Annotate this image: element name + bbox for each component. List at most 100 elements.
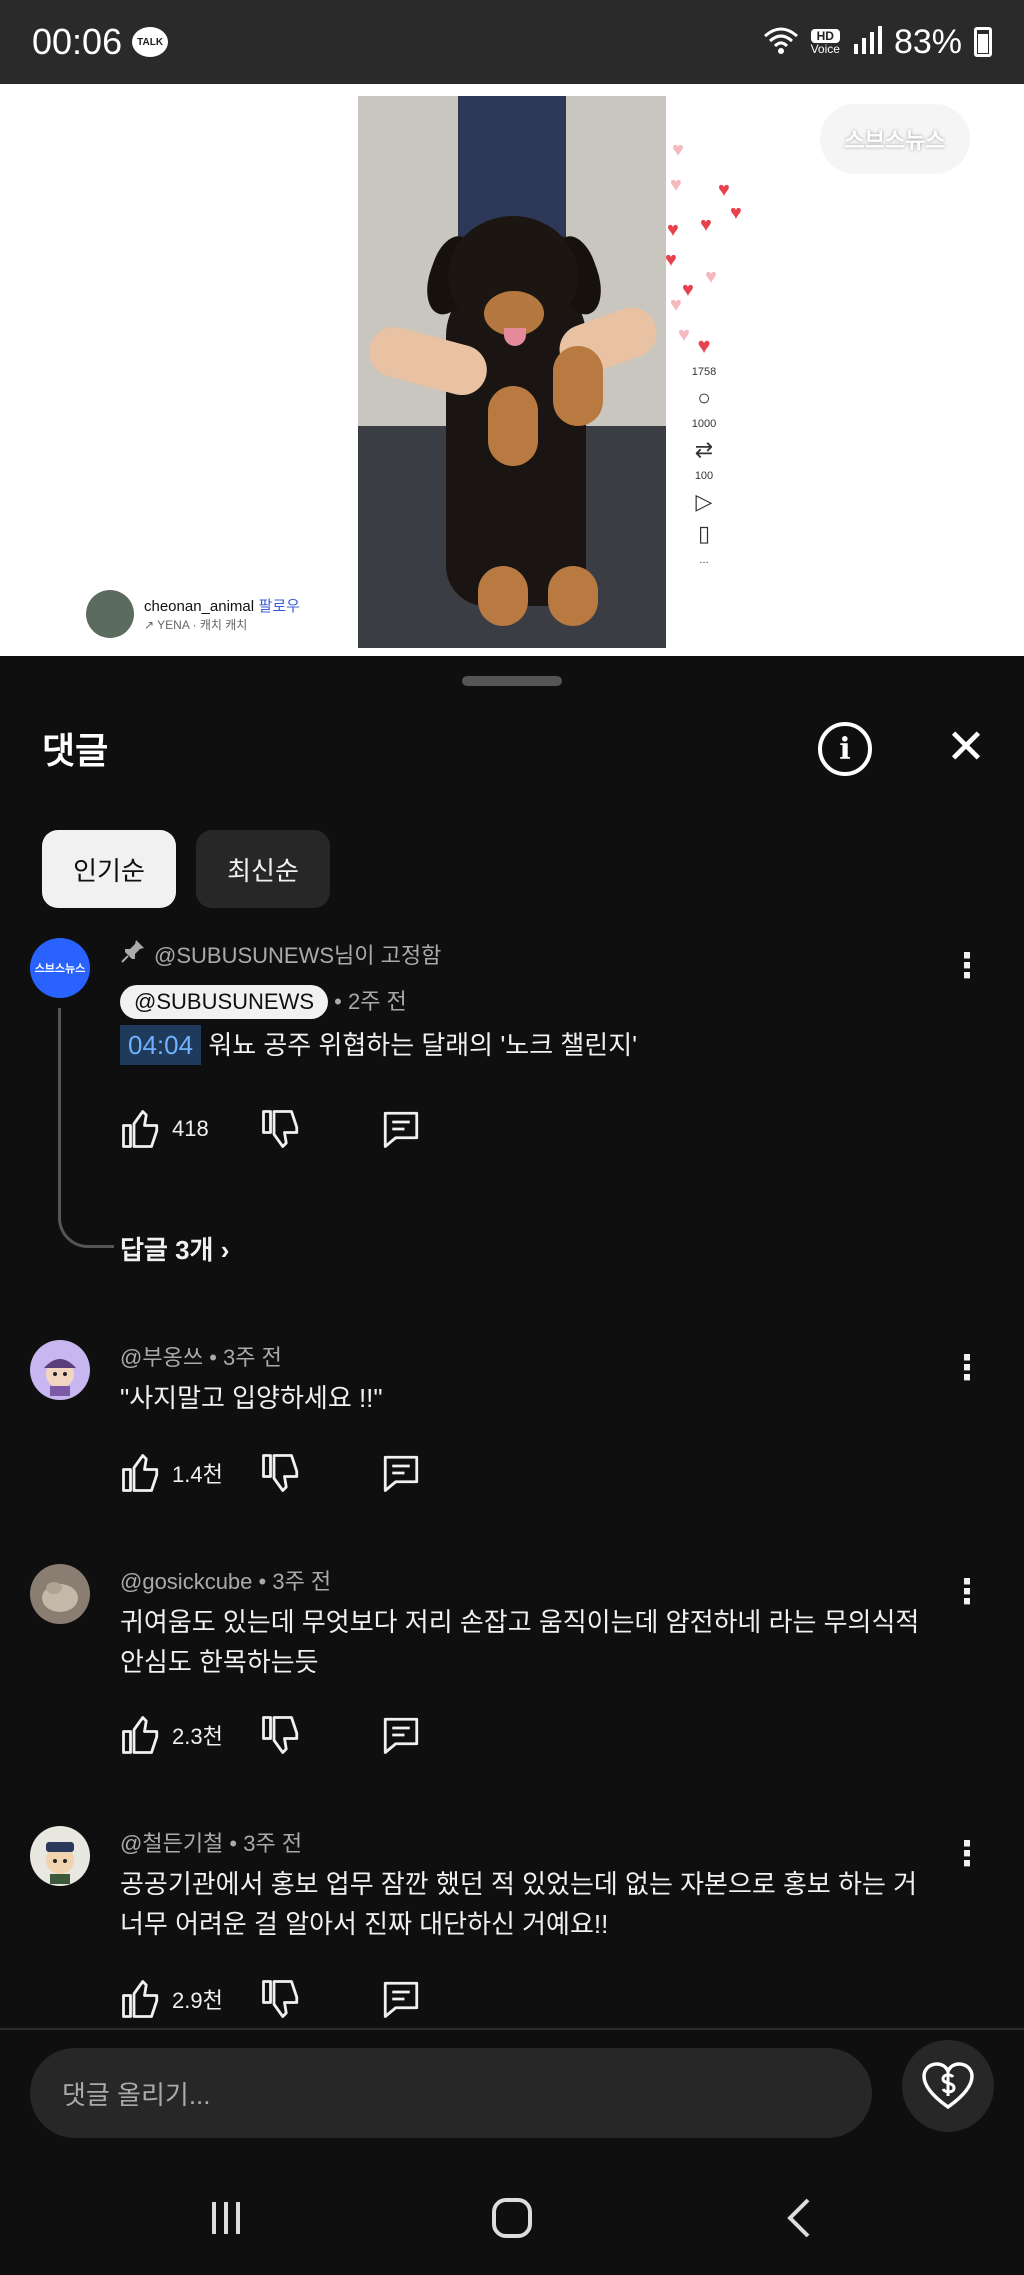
back-icon <box>787 2198 810 2238</box>
like-count: 2.9천 <box>172 1988 223 2013</box>
puppy-paw-right <box>553 346 603 426</box>
thumb-down-icon <box>262 1454 299 1492</box>
comment-input[interactable]: 댓글 올리기... <box>30 2048 872 2138</box>
video-channel-row[interactable]: cheonan_animal 팔로우 ↗ YENA · 캐치 캐치 <box>86 590 300 638</box>
pin-icon <box>120 938 146 970</box>
comment-actions: 418 <box>120 1108 422 1150</box>
video-side-actions: ♥ 1758 ○ 1000 ⇄ 100 ▷ ▯ ... <box>682 334 726 574</box>
timestamp-link[interactable]: 04:04 <box>120 1025 202 1065</box>
comment-author[interactable]: @gosickcube <box>120 1569 252 1594</box>
avatar[interactable] <box>30 1564 90 1624</box>
like-button[interactable]: 2.3천 <box>120 1714 252 1756</box>
repost-icon: ⇄ <box>694 437 714 462</box>
more-options-button[interactable]: ⋮ <box>950 1572 984 1612</box>
avatar[interactable] <box>30 1826 90 1886</box>
heart-icon: ♥ <box>672 139 684 161</box>
comment-icon: ○ <box>697 385 711 410</box>
heart-icon: ♥ <box>718 179 730 201</box>
comment-text: "사지말고 입양하세요 !!" <box>120 1383 383 1413</box>
dislike-button[interactable] <box>260 1714 302 1756</box>
thread-line <box>58 1008 114 1248</box>
comment-author[interactable]: @부옹쓰 <box>120 1345 203 1370</box>
system-nav-bar <box>0 2160 1024 2275</box>
reply-button[interactable] <box>380 1978 422 2020</box>
close-icon: ✕ <box>945 721 987 774</box>
close-button[interactable]: ✕ <box>942 724 990 772</box>
reply-button[interactable] <box>380 1452 422 1494</box>
dislike-button[interactable] <box>260 1452 302 1494</box>
puppy-hind-paw-right <box>548 566 598 626</box>
drag-handle[interactable] <box>462 676 562 686</box>
more-options-button[interactable]: ⋮ <box>950 1348 984 1388</box>
heart-icon: ♥ <box>667 219 679 241</box>
watermark-logo: 스브스뉴스 <box>820 104 970 174</box>
status-indicators: HD Voice 83% <box>763 23 992 62</box>
more-options-button[interactable]: ⋮ <box>950 946 984 986</box>
comment-body: @SUBUSUNEWS님이 고정함 @SUBUSUNEWS • 2주 전 04:… <box>120 938 934 1065</box>
back-button[interactable] <box>770 2190 830 2246</box>
video-bookmark-action[interactable]: ▯ <box>682 522 726 546</box>
video-send-action[interactable]: ▷ <box>682 490 726 514</box>
reply-button[interactable] <box>380 1108 422 1150</box>
like-button[interactable]: 1.4천 <box>120 1452 252 1494</box>
video-comment-action[interactable]: ○ 1000 <box>682 385 726 431</box>
like-button[interactable]: 2.9천 <box>120 1978 252 2020</box>
hd-voice-icon: HD Voice <box>810 29 840 56</box>
avatar[interactable] <box>30 1340 90 1400</box>
recent-apps-icon <box>212 2202 240 2234</box>
author-chip[interactable]: @SUBUSUNEWS <box>120 985 329 1019</box>
thumb-down-icon <box>262 1980 299 2018</box>
heart-icon: ♥ <box>670 294 682 316</box>
super-thanks-button[interactable] <box>902 2040 994 2132</box>
thumb-down-icon <box>262 1110 299 1148</box>
thumb-up-icon <box>122 1980 159 2018</box>
comment-meta: @부옹쓰 • 3주 전 <box>120 1340 934 1372</box>
info-icon: i <box>839 731 851 767</box>
video-like-action[interactable]: ♥ 1758 <box>682 333 726 379</box>
comment-time: • 3주 전 <box>229 1831 303 1856</box>
like-count: 418 <box>172 1116 209 1141</box>
comment-time: • 3주 전 <box>209 1345 282 1370</box>
reply-icon <box>383 1111 419 1148</box>
video-repost-action[interactable]: ⇄ 100 <box>682 437 726 483</box>
channel-name[interactable]: cheonan_animal <box>144 598 254 615</box>
heart-icon: ♥ <box>670 174 682 196</box>
reply-icon <box>383 1455 419 1492</box>
more-vert-icon: ⋮ <box>950 1835 984 1873</box>
status-bar: 00:06 TALK HD Voice 83% <box>0 0 1024 84</box>
heart-dollar-icon <box>922 2062 974 2110</box>
comment-actions: 2.9천 <box>120 1978 422 2020</box>
comment-author[interactable]: @철든기철 <box>120 1831 223 1856</box>
battery-icon <box>974 27 992 57</box>
sort-chip-newest[interactable]: 최신순 <box>196 830 330 908</box>
video-player[interactable]: ♥ ♥ ♥ ♥ ♥ ♥ ♥ ♥ ♥ ♥ ♥ ♥ 1758 ○ 1000 ⇄ 100 ▷… <box>0 84 1024 656</box>
status-time: 00:06 <box>32 21 123 62</box>
video-frame[interactable] <box>358 96 666 648</box>
dislike-button[interactable] <box>260 1108 302 1150</box>
video-more-action[interactable]: ... <box>682 554 726 566</box>
home-button[interactable] <box>482 2190 542 2246</box>
more-vert-icon: ⋮ <box>950 1573 984 1611</box>
comment-meta: @SUBUSUNEWS • 2주 전 <box>120 984 934 1019</box>
recent-apps-button[interactable] <box>196 2190 256 2246</box>
more-options-button[interactable]: ⋮ <box>950 1834 984 1874</box>
battery-level: 83% <box>893 22 962 61</box>
audio-label[interactable]: ↗ YENA · 캐치 캐치 <box>144 616 300 633</box>
info-button[interactable]: i <box>818 722 872 776</box>
heart-icon: ♥ <box>697 333 711 358</box>
avatar[interactable]: 스브스뉴스 <box>30 938 90 998</box>
follow-link[interactable]: 팔로우 <box>259 598 300 615</box>
reply-button[interactable] <box>380 1714 422 1756</box>
like-button[interactable]: 418 <box>120 1108 252 1150</box>
comment-time: • 2주 전 <box>334 989 407 1014</box>
comment-actions: 2.3천 <box>120 1714 422 1756</box>
channel-avatar[interactable] <box>86 590 134 638</box>
view-replies-link[interactable]: 답글 3개 › <box>120 1230 229 1267</box>
sheet-title: 댓글 <box>42 730 109 771</box>
thumb-up-icon <box>122 1716 159 1754</box>
heart-icon: ♥ <box>700 214 712 236</box>
signal-icon <box>852 25 882 59</box>
comment-body: @철든기철 • 3주 전 공공기관에서 홍보 업무 잠깐 했던 적 있었는데 없… <box>120 1826 934 1944</box>
sort-chip-top[interactable]: 인기순 <box>42 830 176 908</box>
dislike-button[interactable] <box>260 1978 302 2020</box>
